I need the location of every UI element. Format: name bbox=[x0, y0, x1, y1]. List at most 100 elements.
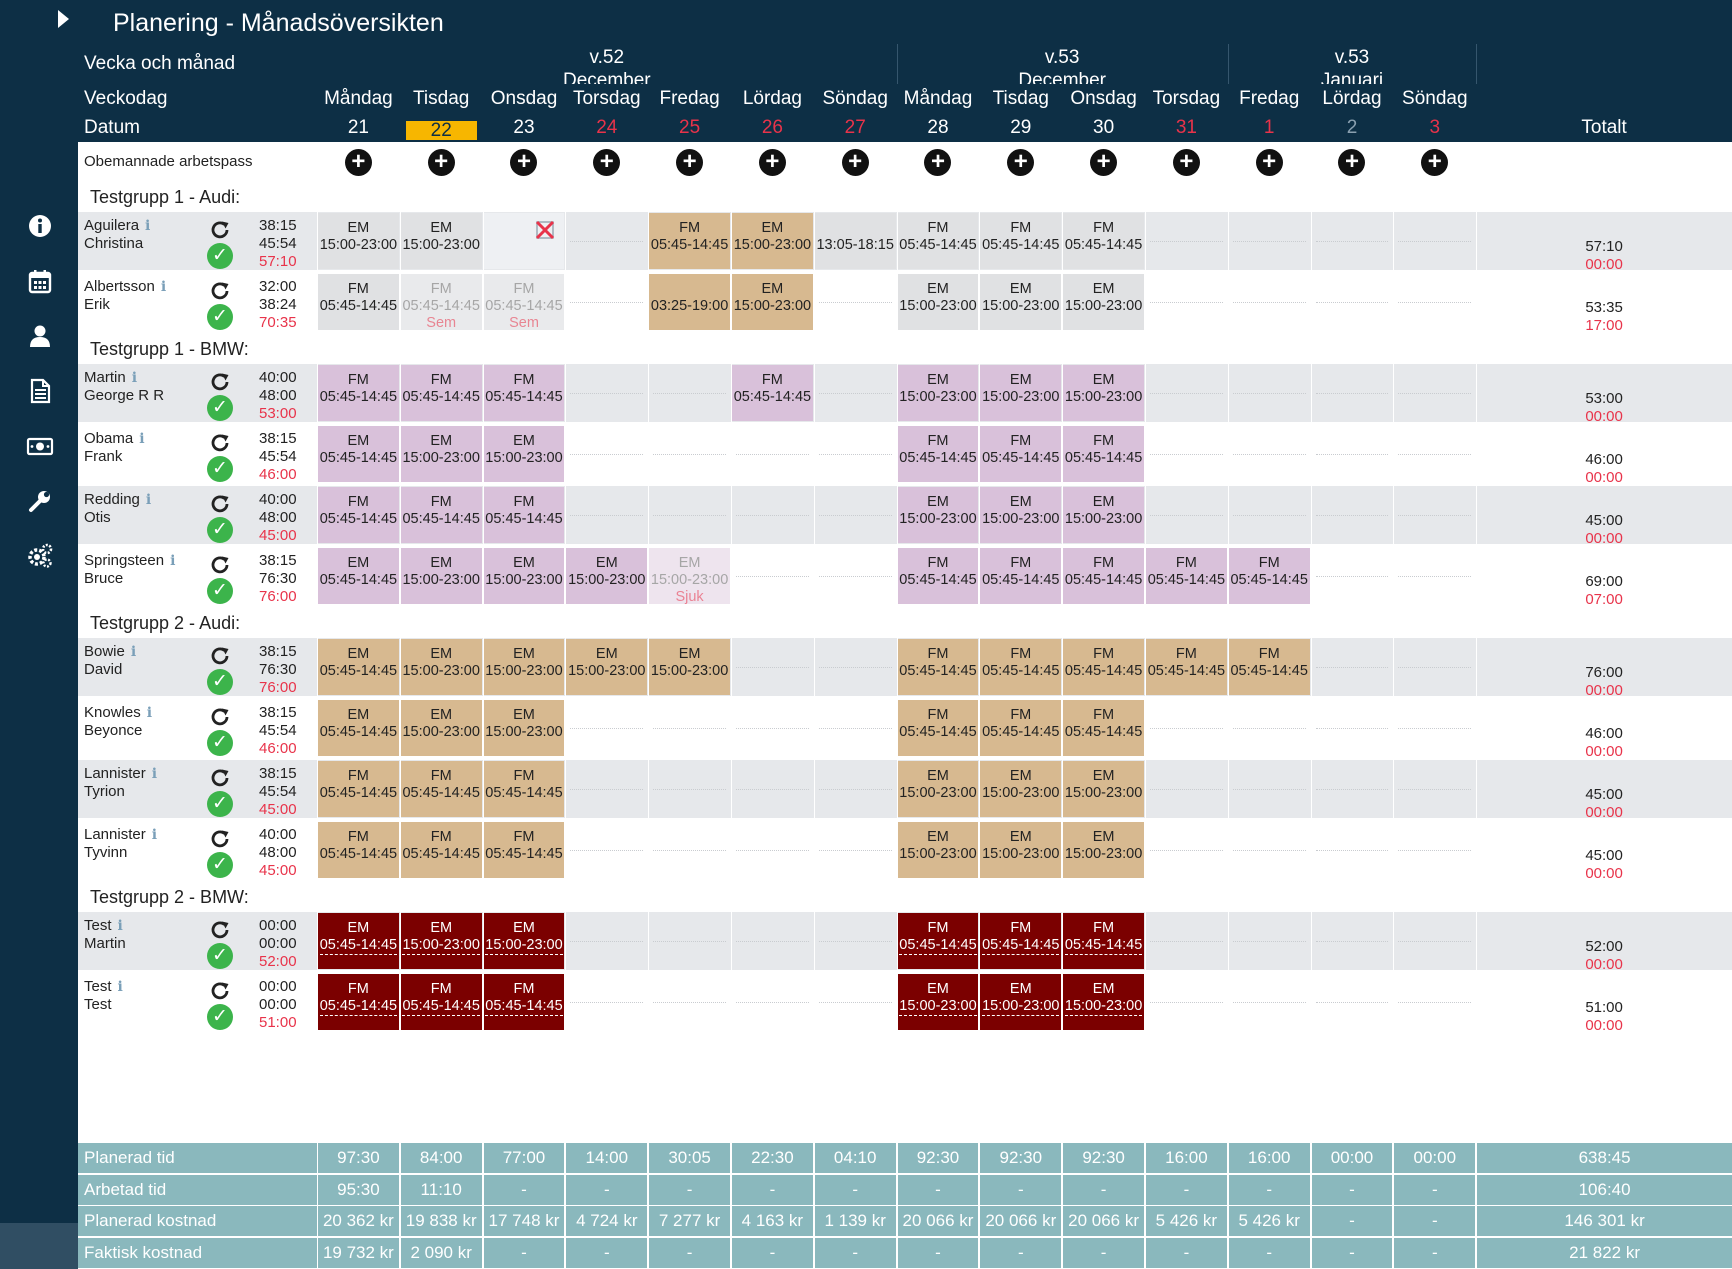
reload-icon[interactable] bbox=[208, 705, 232, 729]
empty-day-cell[interactable] bbox=[649, 487, 730, 543]
empty-day-cell[interactable] bbox=[1228, 426, 1310, 482]
reload-icon[interactable] bbox=[208, 644, 232, 668]
empty-day-cell[interactable] bbox=[1146, 700, 1227, 756]
sidebar-toggle-icon[interactable] bbox=[58, 10, 69, 28]
date-header[interactable]: 3 bbox=[1394, 114, 1476, 142]
money-icon[interactable] bbox=[24, 430, 56, 462]
employee-name[interactable]: Springsteen i Bruce bbox=[78, 547, 208, 605]
approved-check-icon[interactable]: ✓ bbox=[207, 852, 233, 878]
employee-info-icon[interactable]: i bbox=[145, 218, 150, 234]
empty-day-cell[interactable] bbox=[1311, 822, 1393, 878]
approved-check-icon[interactable]: ✓ bbox=[207, 243, 233, 269]
shift-cell[interactable]: EM 15:00-23:00 bbox=[400, 639, 482, 695]
shift-cell[interactable]: EM 05:45-14:45 bbox=[318, 639, 399, 695]
employee-name[interactable]: Test i Test bbox=[78, 973, 208, 1031]
employee-name[interactable]: Knowles i Beyonce bbox=[78, 699, 208, 757]
shift-cell[interactable]: FM 05:45-14:45 bbox=[649, 213, 730, 269]
shift-cell[interactable]: FM 05:45-14:45 bbox=[1063, 213, 1144, 269]
empty-day-cell[interactable] bbox=[732, 913, 813, 969]
empty-day-cell[interactable] bbox=[814, 761, 896, 817]
add-unmanned-shift-button[interactable]: + bbox=[1227, 142, 1311, 182]
empty-day-cell[interactable] bbox=[1311, 913, 1393, 969]
add-unmanned-shift-button[interactable]: + bbox=[731, 142, 814, 182]
empty-day-cell[interactable] bbox=[1228, 213, 1310, 269]
shift-cell[interactable]: EM 05:45-14:45 bbox=[318, 548, 399, 604]
empty-day-cell[interactable] bbox=[649, 913, 730, 969]
employee-name[interactable]: Lannister i Tyrion bbox=[78, 760, 208, 818]
shift-cell[interactable]: FM 05:45-14:45 bbox=[897, 639, 979, 695]
empty-day-cell[interactable] bbox=[649, 974, 730, 1030]
reload-icon[interactable] bbox=[208, 827, 232, 851]
shift-cell[interactable]: EM 15:00-23:00 bbox=[1063, 761, 1144, 817]
shift-cell[interactable]: FM 05:45-14:45 bbox=[980, 426, 1062, 482]
add-unmanned-shift-button[interactable]: + bbox=[1310, 142, 1394, 182]
remove-x-icon[interactable] bbox=[534, 219, 556, 241]
reload-icon[interactable] bbox=[208, 766, 232, 790]
empty-day-cell[interactable] bbox=[566, 700, 648, 756]
shift-cell[interactable]: EM 15:00-23:00 bbox=[1063, 974, 1144, 1030]
approved-check-icon[interactable]: ✓ bbox=[207, 791, 233, 817]
shift-cell[interactable]: EM 15:00-23:00 bbox=[897, 365, 979, 421]
empty-day-cell[interactable] bbox=[649, 761, 730, 817]
empty-day-cell[interactable] bbox=[1146, 213, 1227, 269]
shift-cell[interactable]: FM 05:45-14:45 bbox=[897, 213, 979, 269]
empty-day-cell[interactable] bbox=[1311, 700, 1393, 756]
date-header[interactable]: 23 bbox=[483, 114, 565, 142]
shift-cell[interactable]: EM 15:00-23:00 bbox=[1063, 365, 1144, 421]
shift-cell[interactable]: EM 15:00-23:00 bbox=[566, 639, 648, 695]
shift-cell[interactable]: EM 15:00-23:00 Sjuk bbox=[649, 548, 730, 604]
empty-day-cell[interactable] bbox=[1311, 365, 1393, 421]
empty-day-cell[interactable] bbox=[814, 913, 896, 969]
shift-cell[interactable]: 03:25-19:00 bbox=[649, 274, 730, 330]
shift-cell[interactable]: EM 15:00-23:00 bbox=[980, 487, 1062, 543]
employee-info-icon[interactable]: i bbox=[161, 279, 166, 295]
empty-day-cell[interactable] bbox=[814, 700, 896, 756]
shift-cell[interactable]: EM 05:45-14:45 bbox=[318, 913, 399, 969]
empty-day-cell[interactable] bbox=[814, 426, 896, 482]
employee-info-icon[interactable]: i bbox=[152, 827, 157, 843]
shift-cell[interactable]: EM 15:00-23:00 bbox=[400, 213, 482, 269]
settings-icon[interactable] bbox=[24, 540, 56, 572]
shift-cell[interactable]: FM 05:45-14:45 bbox=[897, 426, 979, 482]
shift-cell[interactable]: FM 05:45-14:45 bbox=[400, 822, 482, 878]
empty-day-cell[interactable] bbox=[814, 274, 896, 330]
employee-info-icon[interactable]: i bbox=[118, 918, 123, 934]
empty-day-cell[interactable] bbox=[814, 548, 896, 604]
date-header[interactable]: 27 bbox=[814, 114, 896, 142]
shift-cell[interactable]: FM 05:45-14:45 bbox=[318, 365, 399, 421]
add-unmanned-shift-button[interactable]: + bbox=[813, 142, 897, 182]
add-unmanned-shift-button[interactable]: + bbox=[979, 142, 1063, 182]
empty-day-cell[interactable] bbox=[1394, 548, 1476, 604]
shift-cell[interactable]: FM 05:45-14:45 bbox=[1228, 548, 1310, 604]
approved-check-icon[interactable]: ✓ bbox=[207, 395, 233, 421]
shift-cell[interactable]: EM 15:00-23:00 bbox=[649, 639, 730, 695]
empty-day-cell[interactable] bbox=[732, 548, 813, 604]
reload-icon[interactable] bbox=[208, 492, 232, 516]
empty-day-cell[interactable] bbox=[1311, 974, 1393, 1030]
approved-check-icon[interactable]: ✓ bbox=[207, 578, 233, 604]
shift-cell[interactable]: EM 15:00-23:00 bbox=[732, 274, 813, 330]
empty-day-cell[interactable] bbox=[1394, 487, 1476, 543]
shift-cell[interactable]: EM 15:00-23:00 bbox=[897, 974, 979, 1030]
shift-cell[interactable]: FM 05:45-14:45 bbox=[897, 700, 979, 756]
shift-cell[interactable]: FM 05:45-14:45 bbox=[980, 700, 1062, 756]
shift-cell[interactable]: EM 15:00-23:00 bbox=[483, 426, 565, 482]
add-unmanned-shift-button[interactable]: + bbox=[1393, 142, 1477, 182]
empty-day-cell[interactable] bbox=[649, 700, 730, 756]
shift-cell[interactable]: FM 05:45-14:45 bbox=[980, 548, 1062, 604]
employee-name[interactable]: Lannister i Tyvinn bbox=[78, 821, 208, 879]
shift-cell[interactable]: FM 05:45-14:45 bbox=[1063, 913, 1144, 969]
empty-day-cell[interactable] bbox=[566, 974, 648, 1030]
approved-check-icon[interactable]: ✓ bbox=[207, 456, 233, 482]
shift-cell[interactable]: FM 05:45-14:45 bbox=[483, 761, 565, 817]
empty-day-cell[interactable] bbox=[1394, 913, 1476, 969]
employee-info-icon[interactable]: i bbox=[146, 492, 151, 508]
empty-day-cell[interactable] bbox=[1228, 700, 1310, 756]
empty-day-cell[interactable] bbox=[1394, 822, 1476, 878]
empty-day-cell[interactable] bbox=[566, 213, 648, 269]
shift-cell[interactable]: FM 05:45-14:45 bbox=[483, 365, 565, 421]
shift-cell[interactable]: FM 05:45-14:45 bbox=[1063, 426, 1144, 482]
shift-cell[interactable]: FM 05:45-14:45 bbox=[483, 822, 565, 878]
empty-day-cell[interactable] bbox=[732, 487, 813, 543]
employee-info-icon[interactable]: i bbox=[147, 705, 152, 721]
